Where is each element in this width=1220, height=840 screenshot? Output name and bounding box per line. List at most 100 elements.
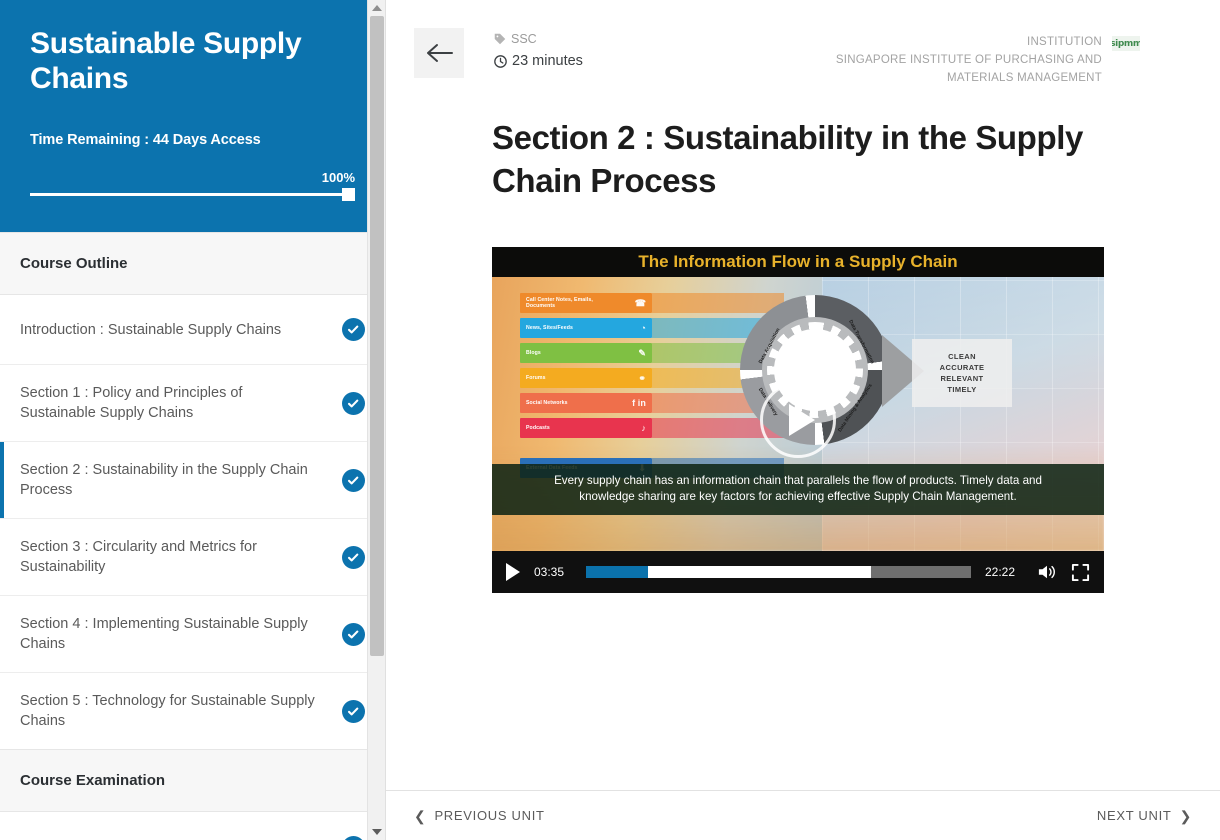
arrow-left-icon — [427, 44, 453, 62]
source-label: Forums — [526, 374, 546, 381]
big-play-button[interactable] — [760, 382, 836, 459]
outline-item-label: Section 4 : Implementing Sustainable Sup… — [20, 616, 308, 652]
unit-tag-label: SSC — [511, 32, 537, 46]
output-line: TIMELY — [947, 385, 977, 395]
source-row: Forums ⚭ — [520, 368, 784, 389]
output-line: CLEAN — [948, 352, 976, 362]
video-controls: 03:35 22:22 — [492, 551, 1104, 594]
outline-item-introduction[interactable]: Introduction : Sustainable Supply Chains — [0, 295, 385, 365]
check-circle-icon — [342, 835, 365, 840]
play-icon — [506, 563, 520, 582]
previous-unit-button[interactable]: ❮ PREVIOUS UNIT — [414, 808, 545, 823]
institution-name-line2: MATERIALS MANAGEMENT — [947, 71, 1102, 84]
source-row: Social Networks f in — [520, 393, 784, 414]
current-time-label: 03:35 — [534, 565, 565, 580]
play-triangle-icon — [788, 404, 815, 437]
exam-item-course-exam[interactable]: Course Exam : Sustainable Supply Chains — [0, 812, 385, 840]
progress-knob[interactable] — [342, 188, 355, 201]
outline-item-section-2[interactable]: Section 2 : Sustainability in the Supply… — [0, 442, 385, 519]
course-player-app: Sustainable Supply Chains Time Remaining… — [0, 0, 1220, 840]
source-row: Call Center Notes, Emails, Documents ☎ — [520, 293, 784, 314]
source-label: Blogs — [526, 349, 541, 356]
output-qualities-box: CLEAN ACCURATE RELEVANT TIMELY — [912, 339, 1012, 408]
outline-item-section-4[interactable]: Section 4 : Implementing Sustainable Sup… — [0, 596, 385, 673]
unit-header: SSC 23 minutes INSTITUTION SINGAPORE INS… — [414, 22, 1140, 87]
next-unit-label: NEXT UNIT — [1096, 808, 1172, 823]
social-icon: f in — [632, 397, 646, 408]
course-title: Sustainable Supply Chains — [30, 27, 302, 96]
source-row: Blogs ✎ — [520, 343, 784, 364]
sidebar-scrollbar[interactable] — [367, 0, 385, 840]
unit-meta: SSC 23 minutes — [494, 22, 806, 69]
institution-label: INSTITUTION — [1027, 36, 1102, 48]
scrollbar-thumb[interactable] — [370, 16, 384, 656]
video-viewport[interactable]: The Information Flow in a Supply Chain C… — [492, 247, 1104, 552]
outline-item-label: Section 3 : Circularity and Metrics for … — [20, 539, 257, 575]
outline-item-section-3[interactable]: Section 3 : Circularity and Metrics for … — [0, 519, 385, 596]
output-line: ACCURATE — [939, 363, 985, 373]
outline-item-label: Section 2 : Sustainability in the Supply… — [20, 462, 308, 498]
previous-unit-label: PREVIOUS UNIT — [434, 808, 545, 823]
tag-icon — [494, 33, 506, 45]
scroll-up-arrow-icon[interactable] — [368, 0, 385, 16]
rss-icon: ◔ — [640, 322, 646, 333]
unit-navigation: ❮ PREVIOUS UNIT NEXT UNIT ❯ — [386, 790, 1220, 840]
next-unit-button[interactable]: NEXT UNIT ❯ — [1097, 808, 1192, 823]
source-label: Call Center Notes, Emails, Documents — [526, 296, 593, 310]
information-source-list: Call Center Notes, Emails, Documents ☎ N… — [520, 293, 784, 483]
forum-icon: ⚭ — [638, 372, 646, 383]
outline-item-label: Introduction : Sustainable Supply Chains — [20, 321, 282, 338]
scroll-down-arrow-icon[interactable] — [368, 824, 385, 840]
institution-text: INSTITUTION SINGAPORE INSTITUTE OF PURCH… — [836, 34, 1102, 87]
page-title: Section 2 : Sustainability in the Supply… — [492, 119, 1083, 200]
course-sidebar: Sustainable Supply Chains Time Remaining… — [0, 0, 385, 840]
main-scroll-region: SSC 23 minutes INSTITUTION SINGAPORE INS… — [386, 0, 1220, 790]
video-overlay-title: The Information Flow in a Supply Chain — [492, 247, 1104, 278]
outline-item-section-1[interactable]: Section 1 : Policy and Principles of Sus… — [0, 365, 385, 442]
institution-block: INSTITUTION SINGAPORE INSTITUTE OF PURCH… — [836, 22, 1140, 87]
source-label: Social Networks — [526, 399, 568, 406]
back-button[interactable] — [414, 28, 464, 78]
source-row: News, Sites/Feeds ◔ — [520, 318, 784, 339]
check-circle-icon — [342, 391, 365, 415]
total-time-label: 22:22 — [985, 565, 1016, 580]
play-button[interactable] — [506, 563, 520, 582]
check-circle-icon — [342, 622, 365, 646]
contact-icon: ☎ — [634, 297, 646, 308]
check-circle-icon — [342, 545, 365, 569]
fullscreen-button[interactable] — [1071, 563, 1090, 582]
outline-item-section-5[interactable]: Section 5 : Technology for Sustainable S… — [0, 673, 385, 749]
source-label: Podcasts — [526, 424, 550, 431]
course-outline-list: Introduction : Sustainable Supply Chains… — [0, 295, 385, 749]
institution-logo-icon: sipmm — [1112, 36, 1140, 51]
blog-icon: ✎ — [638, 347, 646, 358]
institution-name-line1: SINGAPORE INSTITUTE OF PURCHASING AND — [835, 53, 1102, 66]
outline-item-label: Section 1 : Policy and Principles of Sus… — [20, 385, 243, 421]
check-circle-icon — [342, 468, 365, 492]
progress-percent-label: 100% — [321, 170, 355, 185]
fullscreen-icon — [1071, 563, 1090, 581]
sidebar-header: Sustainable Supply Chains Time Remaining… — [0, 0, 385, 232]
course-exam-list: Course Exam : Sustainable Supply Chains — [0, 812, 385, 840]
course-progress: 100% — [30, 170, 355, 201]
unit-duration-label: 23 minutes — [512, 53, 583, 69]
course-examination-heading: Course Examination — [0, 749, 385, 812]
video-player: The Information Flow in a Supply Chain C… — [492, 247, 1104, 594]
progress-track[interactable] — [30, 188, 355, 201]
volume-button[interactable] — [1037, 563, 1057, 581]
volume-icon — [1038, 565, 1055, 579]
seek-progress — [586, 566, 648, 579]
unit-duration: 23 minutes — [494, 53, 806, 69]
clock-icon — [494, 54, 507, 68]
check-circle-icon — [342, 699, 365, 723]
course-outline-heading: Course Outline — [0, 232, 385, 295]
source-row: Podcasts ♪ — [520, 418, 784, 439]
source-label: News, Sites/Feeds — [526, 324, 573, 331]
outline-item-label: Section 5 : Technology for Sustainable S… — [20, 693, 315, 729]
video-seek-bar[interactable] — [586, 566, 971, 579]
check-circle-icon — [342, 318, 365, 341]
output-line: RELEVANT — [940, 374, 984, 384]
chevron-right-icon: ❯ — [1179, 807, 1192, 824]
podcast-icon: ♪ — [641, 422, 646, 433]
unit-tag: SSC — [494, 32, 806, 46]
